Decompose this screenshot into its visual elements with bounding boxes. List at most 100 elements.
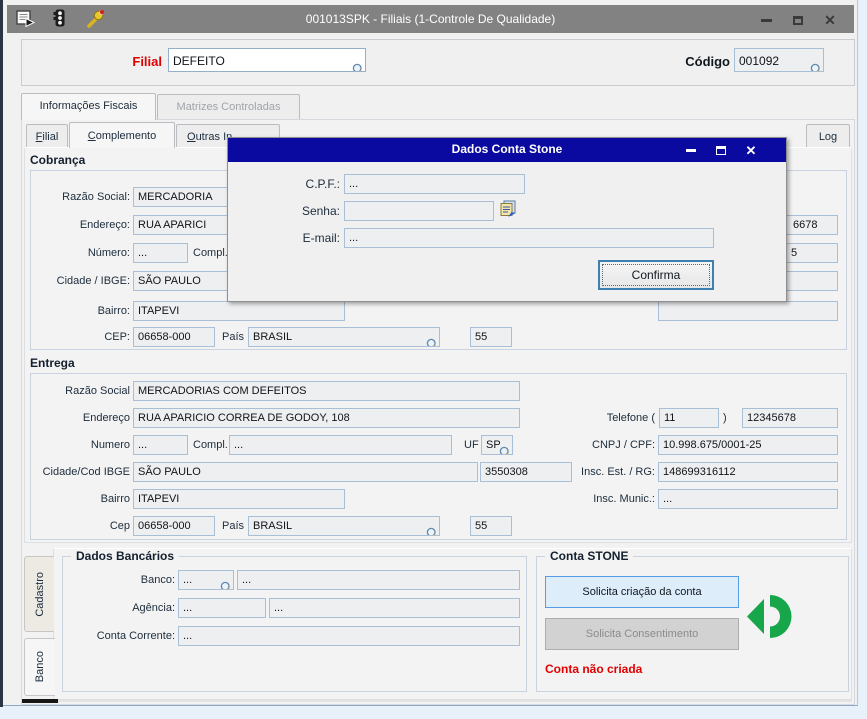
entrega-cidade-value: SÃO PAULO [138,466,201,478]
minimize-button[interactable] [754,13,778,27]
cobranca-ddd-value: 55 [475,331,487,343]
dialog-minimize-button[interactable] [682,143,700,157]
solicita-criacao-button[interactable]: Solicita criação da conta [545,576,739,608]
dialog-titlebar: Dados Conta Stone ✕ [228,138,786,162]
conta-corrente-value: ... [183,630,192,642]
dialog-close-button[interactable]: ✕ [742,143,760,157]
entrega-ibge-value: 3550308 [485,466,528,478]
cpf-label: C.P.F.: [266,174,340,194]
entrega-numero-value: ... [138,439,147,451]
entrega-ie-input[interactable]: 148699316112 [658,462,838,482]
entrega-cep-input[interactable]: 06658-000 [133,516,215,536]
banco-input-codigo[interactable]: ... [178,570,234,590]
entrega-im-value: ... [663,493,672,505]
cobranca-telefone-fragment: 6678 [793,219,817,231]
entrega-numero-input[interactable]: ... [133,435,188,455]
cobranca-endereco-value: RUA APARICI [138,219,206,231]
entrega-im-input[interactable]: ... [658,489,838,509]
entrega-pais-label: País [222,516,248,536]
screen: 001013SPK - Filiais (1-Controle De Quali… [0,0,867,719]
tab-log-label: Log [819,131,837,143]
email-label: E-mail: [266,228,340,248]
entrega-compl-value: ... [234,439,243,451]
side-tab-banco[interactable]: Banco [24,638,55,696]
filial-lookup-icon[interactable] [352,63,365,72]
entrega-cidade-input[interactable]: SÃO PAULO [133,462,478,482]
conta-corrente-label: Conta Corrente: [40,626,175,646]
senha-label: Senha: [266,201,340,221]
entrega-endereco-input[interactable]: RUA APARICIO CORREA DE GODOY, 108 [133,408,520,428]
cobranca-numero-label: Número: [30,243,130,263]
cobranca-cidade-label: Cidade / IBGE: [30,271,130,291]
virtual-keyboard-icon[interactable] [499,200,517,218]
entrega-ie-label: Insc. Est. / RG: [540,462,655,482]
entrega-telefone-ddd-input[interactable]: 11 [659,408,719,428]
codigo-input[interactable]: 001092 [734,48,824,72]
entrega-cnpj-label: CNPJ / CPF: [530,435,655,455]
entrega-ie-value: 148699316112 [663,466,736,478]
tab-filial[interactable]: Filial [26,124,68,148]
entrega-pais-lookup-icon[interactable] [426,527,439,536]
dialog-maximize-button[interactable] [712,143,730,157]
tab-complemento-key: C [88,130,96,142]
entrega-pais-input[interactable]: BRASIL [248,516,440,536]
header-panel: Filial DEFEITO Código 001092 [21,39,855,86]
confirma-button[interactable]: Confirma [598,260,714,290]
cobranca-pais-input[interactable]: BRASIL [248,327,440,347]
cobranca-cidade-value: SÃO PAULO [138,275,201,287]
tab-log[interactable]: Log [806,124,850,148]
cobranca-ddd-input[interactable]: 55 [470,327,512,347]
cobranca-bairro-value: ITAPEVI [138,305,179,317]
solicita-consentimento-button[interactable]: Solicita Consentimento [545,618,739,650]
maximize-button[interactable] [786,13,810,27]
conta-corrente-input[interactable]: ... [178,626,520,646]
entrega-telefone-close-label: ) [723,408,733,428]
entrega-uf-input[interactable]: SP [481,435,513,455]
entrega-cnpj-input[interactable]: 10.998.675/0001-25 [658,435,838,455]
cobranca-cep-label: CEP: [30,327,130,347]
cobranca-cep-input[interactable]: 06658-000 [133,327,215,347]
cobranca-pais-lookup-icon[interactable] [426,338,439,347]
tab-complemento[interactable]: Complemento [69,122,175,148]
side-tab-cadastro[interactable]: Cadastro [24,556,54,632]
tab-informacoes-fiscais[interactable]: Informações Fiscais [21,93,156,120]
tab-filial-label: ilial [42,131,58,143]
entrega-numero-label: Numero [30,435,130,455]
entrega-razao-input[interactable]: MERCADORIAS COM DEFEITOS [133,381,520,401]
entrega-uf-label: UF [464,435,480,455]
filial-input[interactable]: DEFEITO [168,48,366,72]
agencia-input-codigo[interactable]: ... [178,598,266,618]
cobranca-numero-input[interactable]: ... [133,243,188,263]
agencia-input-nome[interactable]: ... [269,598,520,618]
codigo-label: Código [642,50,730,74]
senha-input[interactable] [344,201,494,221]
entrega-title: Entrega [30,356,75,370]
entrega-razao-label: Razão Social [30,381,130,401]
codigo-lookup-icon[interactable] [810,63,823,72]
tab-matrizes-controladas[interactable]: Matrizes Controladas [157,94,300,120]
conta-stone-title: Conta STONE [545,549,633,563]
banco-input-nome[interactable]: ... [237,570,520,590]
cpf-input[interactable]: ... [344,174,525,194]
entrega-telefone-label: Telefone ( [530,408,655,428]
side-tab-banco-label: Banco [34,651,46,682]
cobranca-cnpj-fragment: 5 [791,247,797,259]
window-title: 001013SPK - Filiais (1-Controle De Quali… [7,12,854,26]
close-button[interactable]: ✕ [818,13,842,27]
codigo-value: 001092 [739,54,779,68]
email-input[interactable]: ... [344,228,714,248]
entrega-uf-lookup-icon[interactable] [499,446,512,455]
entrega-bairro-label: Bairro [30,489,130,509]
dialog-title: Dados Conta Stone [228,142,786,156]
entrega-telefone-input[interactable]: 12345678 [742,408,838,428]
entrega-ddd-input[interactable]: 55 [470,516,512,536]
filial-label: Filial [62,50,162,74]
entrega-compl-input[interactable]: ... [229,435,452,455]
banco-lookup-icon[interactable] [220,581,233,590]
splitter-handle[interactable] [22,699,58,703]
entrega-bairro-input[interactable]: ITAPEVI [133,489,345,509]
cobranca-im-input[interactable] [658,301,838,321]
cobranca-bairro-input[interactable]: ITAPEVI [133,301,345,321]
agencia-label: Agência: [40,598,175,618]
cobranca-title: Cobrança [30,153,85,167]
